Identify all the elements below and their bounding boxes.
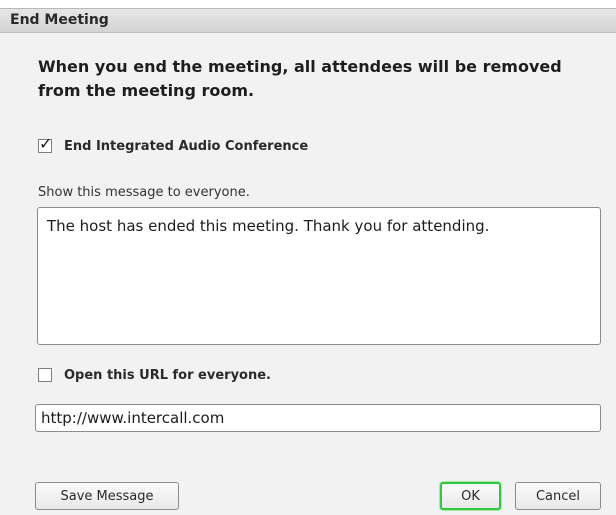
checkmark-icon: ✓ — [39, 134, 53, 153]
url-input[interactable] — [35, 404, 601, 432]
end-audio-label: End Integrated Audio Conference — [64, 138, 309, 154]
end-audio-checkbox[interactable]: ✓ — [38, 135, 52, 153]
dialog-titlebar[interactable]: End Meeting — [0, 9, 616, 33]
screen: End Meeting When you end the meeting, al… — [0, 0, 616, 515]
background-window-edge — [0, 0, 616, 8]
open-url-label: Open this URL for everyone. — [64, 367, 271, 383]
ok-button[interactable]: OK — [440, 482, 501, 510]
open-url-checkbox[interactable] — [38, 368, 52, 382]
dialog-heading: When you end the meeting, all attendees … — [38, 57, 562, 100]
open-url-option[interactable]: Open this URL for everyone. — [38, 365, 271, 385]
end-audio-option[interactable]: ✓ End Integrated Audio Conference — [38, 135, 309, 156]
message-textarea[interactable]: The host has ended this meeting. Thank y… — [37, 207, 601, 345]
cancel-button[interactable]: Cancel — [515, 482, 601, 510]
message-label: Show this message to everyone. — [38, 185, 250, 200]
end-meeting-dialog: End Meeting When you end the meeting, al… — [0, 8, 616, 515]
dialog-title: End Meeting — [10, 12, 109, 28]
save-message-button[interactable]: Save Message — [35, 482, 179, 510]
